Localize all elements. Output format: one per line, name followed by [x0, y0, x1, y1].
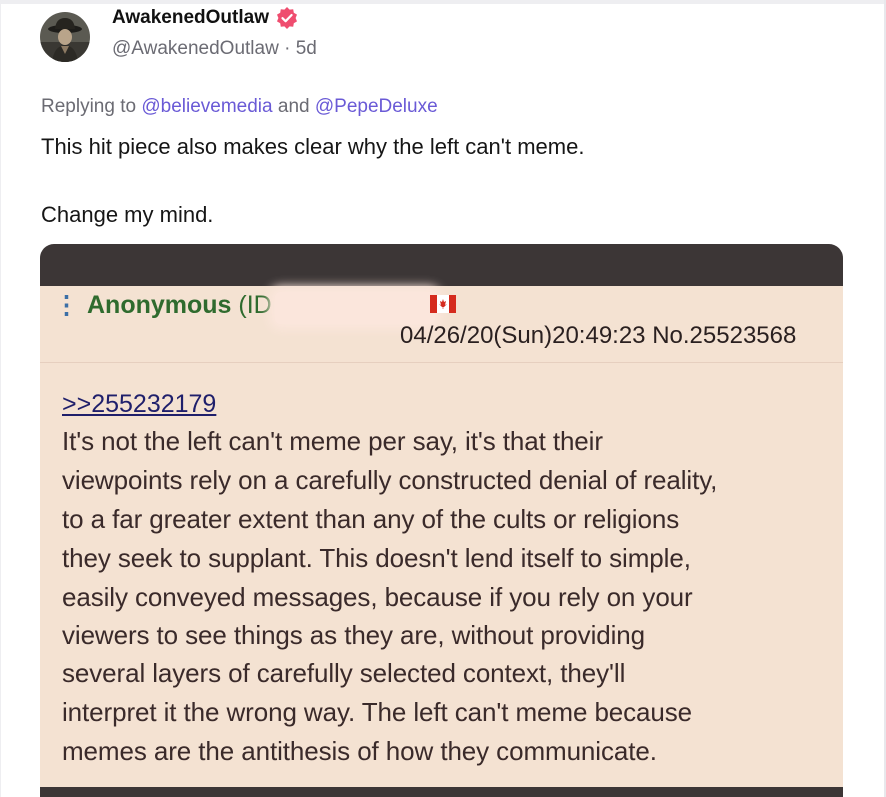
- avatar[interactable]: [40, 12, 90, 62]
- top-border: [0, 0, 886, 4]
- menu-dots-icon: ⋮: [54, 291, 79, 319]
- reply-prefix: Replying to: [41, 96, 137, 117]
- post-body-line: they seek to supplant. This doesn't lend…: [62, 543, 691, 573]
- cowboy-avatar-icon: [40, 12, 90, 62]
- reply-context: Replying to @believemedia and @PepeDelux…: [41, 96, 438, 118]
- post-datetime: 04/26/20(Sun)20:49:23: [400, 322, 646, 349]
- post-body-line: viewers to see things as they are, witho…: [62, 620, 645, 650]
- poster-name: Anonymous: [87, 291, 232, 319]
- author-name-row: AwakenedOutlaw: [112, 6, 299, 30]
- post-body-line: interpret it the wrong way. The left can…: [62, 697, 693, 727]
- mention-believemedia[interactable]: @believemedia: [141, 96, 272, 117]
- post-text-line: Change my mind.: [41, 202, 214, 227]
- media-bottom-bar: [40, 787, 843, 797]
- post-body-line: It's not the left can't meme per say, it…: [62, 426, 603, 456]
- canada-flag-icon: [430, 295, 456, 313]
- post-body-line: viewpoints rely on a carefully construct…: [62, 465, 718, 495]
- handle-row: @AwakenedOutlaw · 5d: [112, 38, 317, 60]
- post-body-line: several layers of carefully selected con…: [62, 658, 626, 688]
- author-name[interactable]: AwakenedOutlaw: [112, 7, 269, 29]
- verified-badge-icon: [275, 6, 299, 30]
- header-divider: [40, 362, 843, 363]
- mention-pepedeluxe[interactable]: @PepeDeluxe: [315, 96, 438, 117]
- imageboard-post: ⋮ Anonymous (ID 04/26/20(Sun)20:49:23 No.…: [40, 286, 843, 797]
- post-number: No.25523568: [652, 322, 797, 349]
- post-body-line: to a far greater extent than any of the …: [62, 504, 680, 534]
- separator-dot: ·: [284, 38, 291, 59]
- post-text-line: This hit piece also makes clear why the …: [41, 134, 585, 159]
- author-handle[interactable]: @AwakenedOutlaw: [112, 38, 279, 59]
- post-age[interactable]: 5d: [296, 38, 317, 59]
- post-media-image[interactable]: ⋮ Anonymous (ID 04/26/20(Sun)20:49:23 No.…: [40, 244, 843, 797]
- post-body-line: easily conveyed messages, because if you…: [62, 582, 693, 612]
- redacted-id: [275, 292, 435, 324]
- left-border: [0, 0, 1, 797]
- post-body-line: memes are the antithesis of how they com…: [62, 736, 657, 766]
- quote-link: >>255232179: [62, 390, 217, 418]
- post-datetime-line: 04/26/20(Sun)20:49:23 No.25523568: [400, 322, 796, 350]
- poster-id-label: (ID: [238, 291, 272, 319]
- reply-conjunction: and: [277, 96, 310, 117]
- poster-header: ⋮ Anonymous (ID: [54, 290, 272, 320]
